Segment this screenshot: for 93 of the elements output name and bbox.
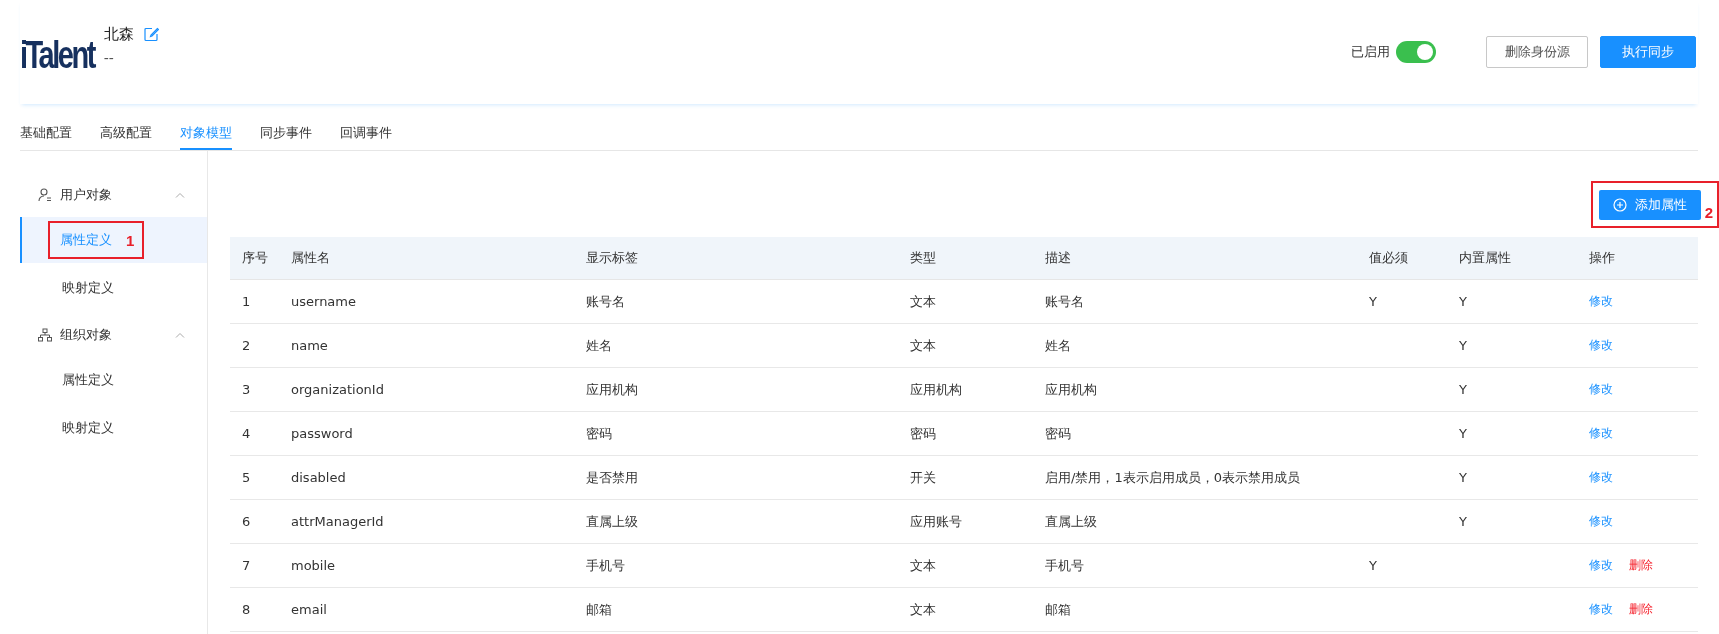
table-cell: disabled (291, 470, 346, 485)
table-cell: organizationId (291, 382, 384, 397)
table-cell: 邮箱 (586, 601, 612, 617)
column-header: 值必须 (1369, 249, 1409, 267)
table-cell: 启用/禁用，1表示启用成员，0表示禁用成员 (1045, 469, 1300, 485)
column-header: 操作 (1589, 249, 1616, 267)
column-header: 属性名 (291, 249, 331, 267)
user-icon (38, 188, 52, 202)
tab[interactable]: 对象模型 (180, 124, 232, 150)
hierarchy-icon (38, 328, 52, 342)
table-cell: 密码 (910, 425, 936, 441)
table-cell: 手机号 (586, 557, 625, 573)
edit-link[interactable]: 修改 (1589, 337, 1613, 354)
table-cell: 姓名 (586, 337, 612, 353)
table-cell: Y (1369, 294, 1377, 309)
toggle-switch[interactable] (1396, 41, 1436, 63)
edit-link[interactable]: 修改 (1589, 557, 1613, 574)
table-cell: mobile (291, 558, 336, 573)
table-cell: 5 (242, 470, 251, 485)
table-cell: 账号名 (1045, 293, 1084, 309)
column-header: 序号 (242, 249, 269, 267)
edit-link[interactable]: 修改 (1589, 381, 1613, 398)
column-header: 类型 (910, 249, 937, 267)
tab[interactable]: 回调事件 (340, 124, 392, 150)
table-cell: 7 (242, 558, 251, 573)
sidebar-item[interactable]: 映射定义 (20, 265, 207, 311)
table-cell: 直属上级 (1045, 513, 1097, 529)
table-cell: 6 (242, 514, 251, 529)
edit-link[interactable]: 修改 (1589, 293, 1613, 310)
table-cell: 是否禁用 (586, 469, 638, 485)
table-cell: 直属上级 (586, 513, 638, 529)
table-cell: email (291, 602, 327, 617)
table-cell: 2 (242, 338, 251, 353)
add-attribute-button[interactable]: 添加属性 (1598, 190, 1701, 220)
table-cell: username (291, 294, 356, 309)
table-cell: 手机号 (1045, 557, 1084, 573)
source-subtitle: -- (103, 49, 115, 66)
table-cell: attrManagerId (291, 514, 384, 529)
table-cell: 密码 (1045, 425, 1071, 441)
delete-link[interactable]: 删除 (1629, 601, 1653, 618)
delete-button[interactable]: 删除身份源 (1486, 36, 1588, 68)
table-cell: name (291, 338, 328, 353)
table-cell: Y (1459, 470, 1467, 485)
table-cell: 文本 (910, 293, 936, 309)
table-cell: 账号名 (586, 293, 625, 309)
table-cell: 3 (242, 382, 251, 397)
table-cell: 开关 (910, 469, 936, 485)
tab[interactable]: 高级配置 (100, 124, 152, 150)
table-cell: 文本 (910, 601, 936, 617)
source-name: 北森 (103, 24, 134, 44)
tab[interactable]: 基础配置 (20, 124, 72, 150)
edit-icon[interactable] (143, 26, 159, 42)
sidebar-group[interactable]: 组织对象 (20, 313, 207, 357)
table-cell: 应用机构 (910, 381, 962, 397)
sync-button[interactable]: 执行同步 (1600, 36, 1696, 68)
table-cell: 应用账号 (910, 513, 962, 529)
table-cell: Y (1459, 338, 1467, 353)
edit-link[interactable]: 修改 (1589, 601, 1613, 618)
table-cell: Y (1459, 426, 1467, 441)
table-cell: Y (1369, 558, 1377, 573)
table-cell: Y (1459, 294, 1467, 309)
plus-circle-icon (1612, 198, 1627, 212)
table-cell: 8 (242, 602, 251, 617)
sidebar-item[interactable]: 映射定义 (20, 405, 207, 451)
column-header: 显示标签 (586, 249, 639, 267)
table-cell: Y (1459, 382, 1467, 397)
annotation-number: 1 (126, 231, 135, 249)
edit-link[interactable]: 修改 (1589, 513, 1613, 530)
table-cell: 1 (242, 294, 251, 309)
table-cell: 应用机构 (1045, 381, 1097, 397)
table-cell: 邮箱 (1045, 601, 1071, 617)
delete-link[interactable]: 删除 (1629, 557, 1653, 574)
table-cell: 文本 (910, 337, 936, 353)
edit-link[interactable]: 修改 (1589, 469, 1613, 486)
status-label: 已启用 (1351, 43, 1390, 61)
table-cell: 文本 (910, 557, 936, 573)
table-cell: 应用机构 (586, 381, 638, 397)
table-cell: password (291, 426, 353, 441)
column-header: 内置属性 (1459, 249, 1512, 267)
chevron-icon (175, 192, 185, 198)
column-header: 描述 (1045, 249, 1072, 267)
sidebar-item[interactable]: 属性定义 1 (20, 217, 207, 263)
table-cell: Y (1459, 514, 1467, 529)
table-cell: 4 (242, 426, 251, 441)
table-cell: 姓名 (1045, 337, 1071, 353)
chevron-icon (175, 332, 185, 338)
sidebar-item[interactable]: 属性定义 (20, 357, 207, 403)
edit-link[interactable]: 修改 (1589, 425, 1613, 442)
logo: iTalent (20, 32, 94, 78)
tab[interactable]: 同步事件 (260, 124, 312, 150)
sidebar-group[interactable]: 用户对象 (20, 173, 207, 217)
table-cell: 密码 (586, 425, 612, 441)
annotation-number: 2 (1704, 205, 1713, 220)
